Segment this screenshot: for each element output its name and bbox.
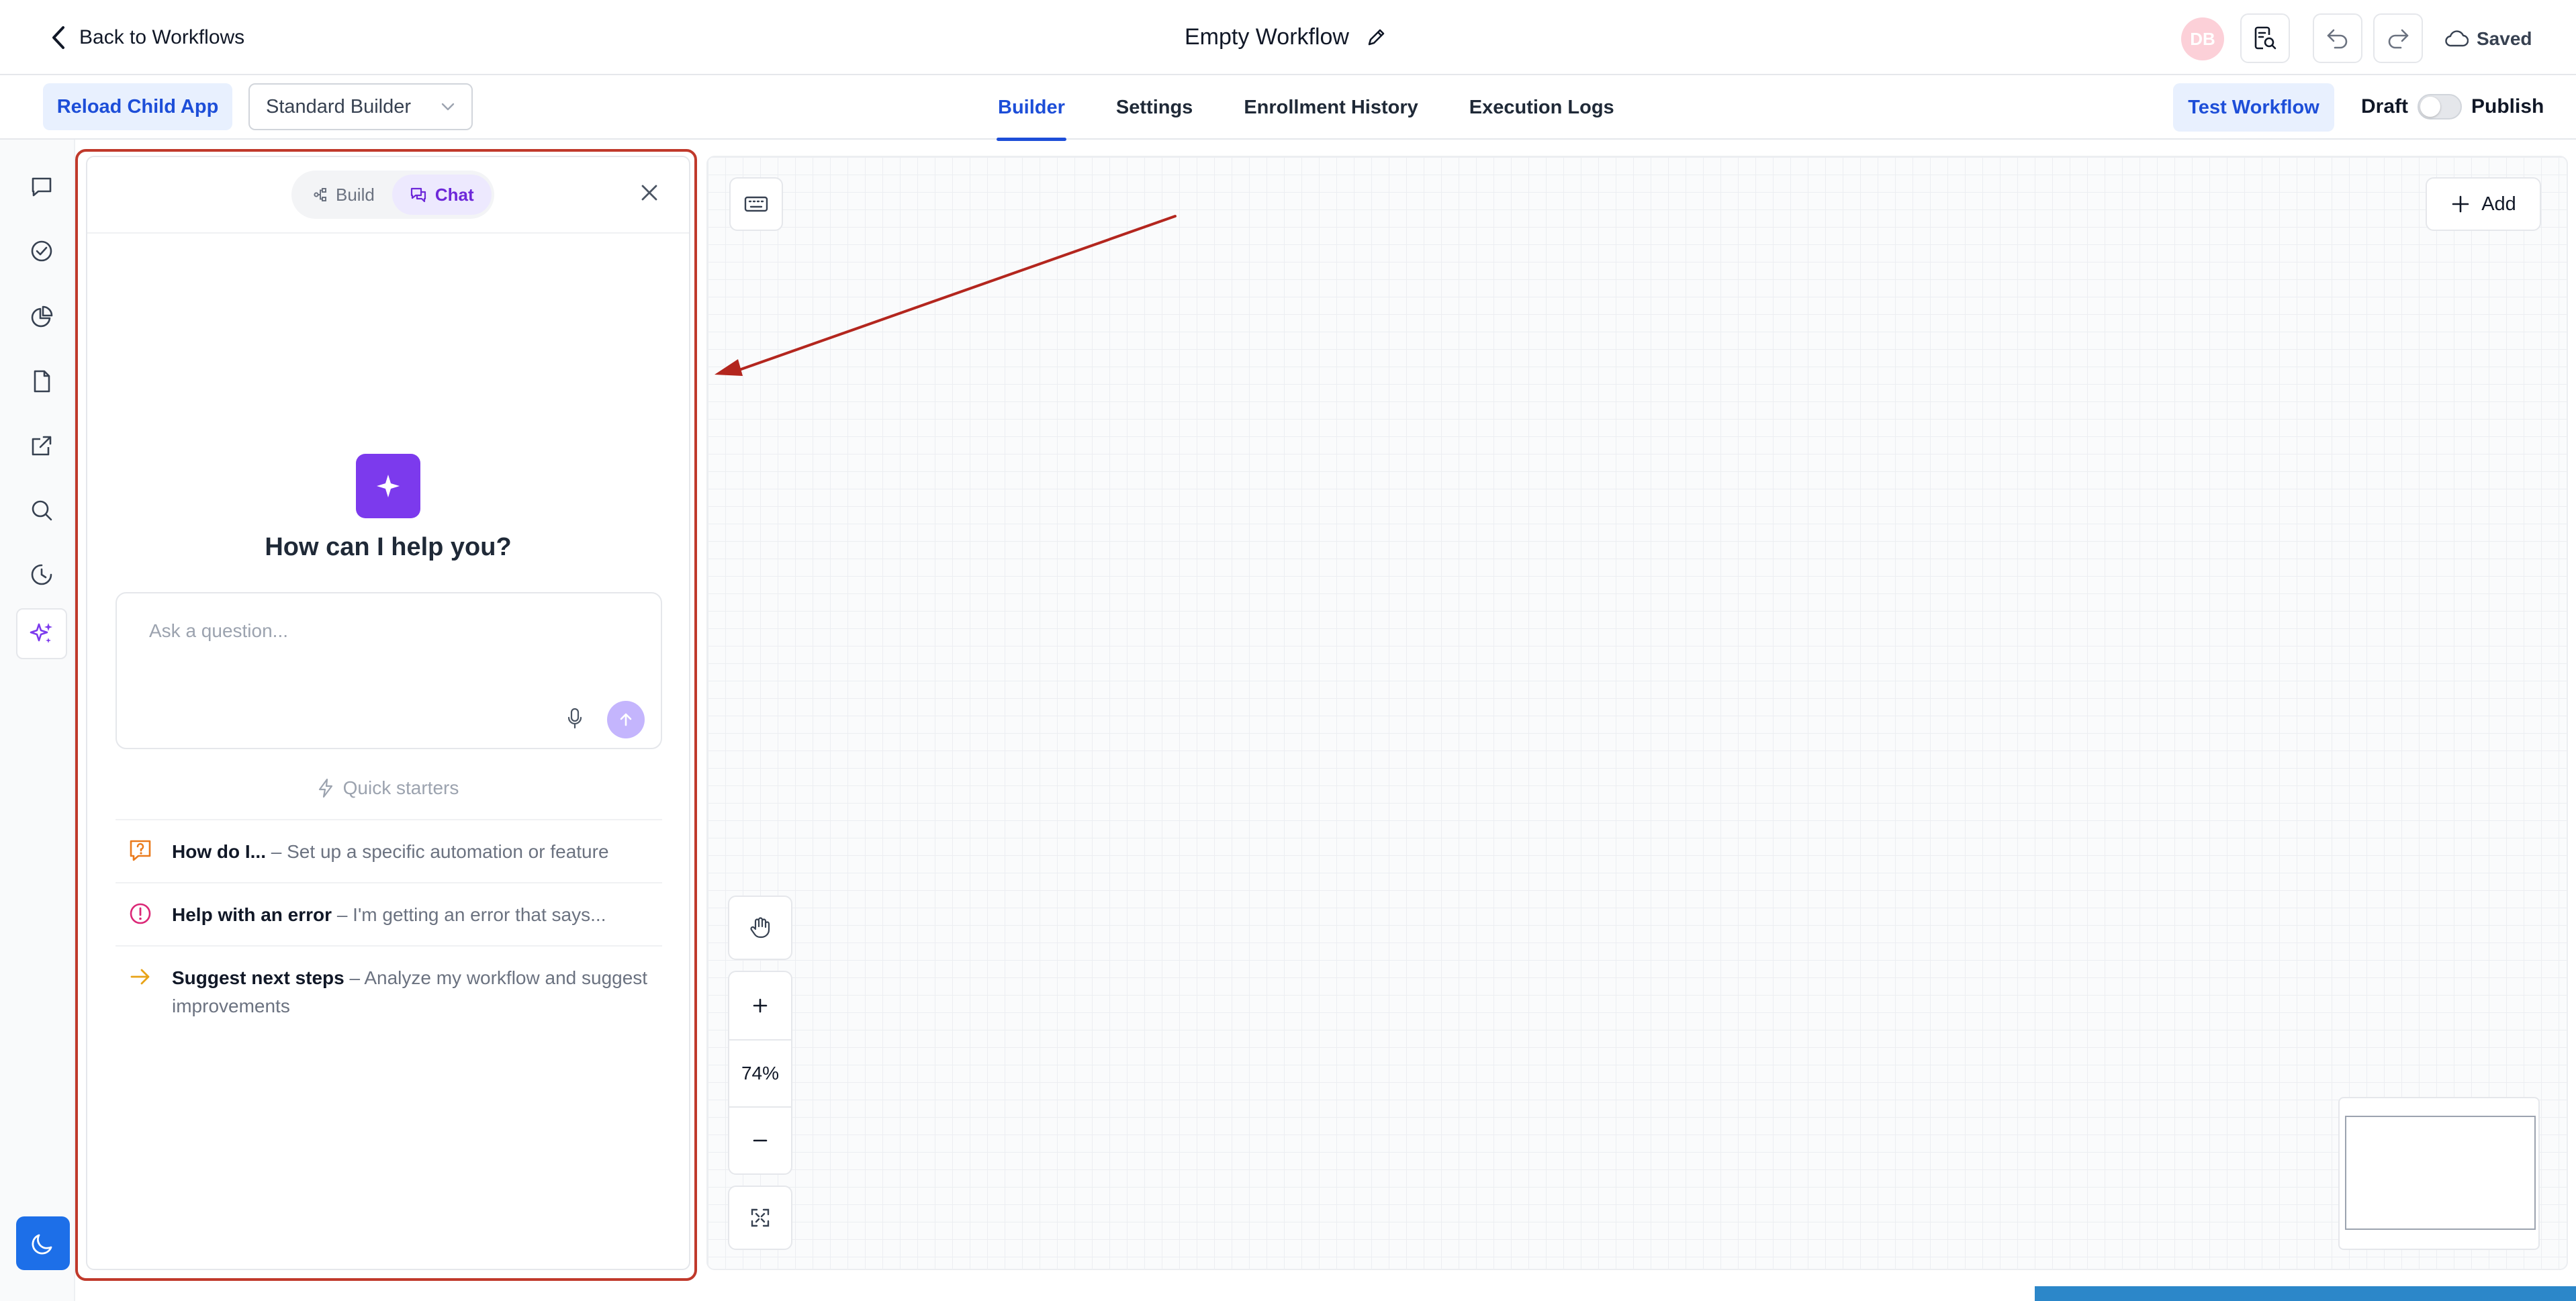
document-icon[interactable] <box>16 356 67 407</box>
left-rail <box>0 140 75 1301</box>
test-workflow-button[interactable]: Test Workflow <box>2173 83 2334 132</box>
panel-divider <box>87 232 689 234</box>
publish-label: Publish <box>2471 95 2544 117</box>
add-label: Add <box>2481 193 2516 215</box>
tab-settings[interactable]: Settings <box>1115 75 1194 140</box>
check-circle-icon[interactable] <box>16 226 67 277</box>
fit-view-icon[interactable] <box>729 1187 791 1249</box>
question-input[interactable] <box>149 620 619 687</box>
mode-build-tab[interactable]: Build <box>295 175 392 215</box>
tab-execution-logs[interactable]: Execution Logs <box>1468 75 1616 140</box>
workflow-icon <box>313 187 328 202</box>
mode-chat-label: Chat <box>434 184 474 205</box>
quick-starter-title: Suggest next steps <box>172 967 344 988</box>
quick-starter-suggest-next-steps[interactable]: Suggest next steps – Analyze my workflow… <box>116 945 662 1037</box>
back-to-workflows-link[interactable]: Back to Workflows <box>51 24 244 51</box>
workflow-canvas[interactable]: Add 74% <box>706 156 2568 1270</box>
ai-sparkle-icon[interactable] <box>16 608 67 659</box>
tab-enrollment-history[interactable]: Enrollment History <box>1242 75 1419 140</box>
keyboard-icon <box>744 195 768 213</box>
workflow-title-text: Empty Workflow <box>1185 23 1349 50</box>
redo-button[interactable] <box>2373 13 2423 63</box>
undo-button[interactable] <box>2313 13 2362 63</box>
zoom-in-button[interactable] <box>729 972 791 1039</box>
chevron-down-icon <box>441 102 455 111</box>
minimap-viewport[interactable] <box>2345 1116 2536 1230</box>
saved-status: Saved <box>2444 24 2532 54</box>
mode-build-label: Build <box>336 184 375 205</box>
tab-builder[interactable]: Builder <box>997 75 1066 141</box>
workflow-title: Empty Workflow <box>1185 20 1387 54</box>
add-node-button[interactable]: Add <box>2426 177 2541 231</box>
undo-icon <box>2326 28 2350 49</box>
chat-icon[interactable] <box>16 161 67 212</box>
quick-starters-list: How do I... – Set up a specific automati… <box>116 819 662 1037</box>
assistant-heading: How can I help you? <box>265 533 512 561</box>
lightning-icon <box>318 778 334 798</box>
builder-toolbar: Reload Child App Standard Builder Builde… <box>0 75 2576 141</box>
back-label: Back to Workflows <box>79 26 245 48</box>
zoom-level: 74% <box>729 1039 791 1106</box>
chat-bubbles-icon <box>410 187 427 203</box>
redo-icon <box>2386 28 2410 49</box>
history-icon[interactable] <box>16 549 67 600</box>
builder-type-value: Standard Builder <box>266 95 412 117</box>
cloud-check-icon <box>2444 30 2469 48</box>
quick-starters-label: Quick starters <box>342 777 459 798</box>
quick-starter-desc: – I'm getting an error that says... <box>332 904 606 925</box>
document-search-button[interactable] <box>2240 13 2290 63</box>
bottom-banner <box>2035 1286 2576 1301</box>
main-tabs: Builder Settings Enrollment History Exec… <box>997 75 1664 141</box>
quick-starter-text: Suggest next steps – Analyze my workflow… <box>172 964 650 1020</box>
top-bar: Back to Workflows Empty Workflow DB Save… <box>0 0 2576 75</box>
avatar[interactable]: DB <box>2181 17 2224 60</box>
mode-switch: Build Chat <box>291 171 494 219</box>
pan-tool <box>728 896 792 960</box>
send-button[interactable] <box>607 701 645 738</box>
question-bubble-icon <box>128 838 154 863</box>
quick-starter-title: Help with an error <box>172 904 332 925</box>
assistant-logo <box>356 454 420 518</box>
quick-starter-desc: – Set up a specific automation or featur… <box>266 841 609 862</box>
dark-mode-button[interactable] <box>16 1216 70 1270</box>
draft-label: Draft <box>2361 95 2409 117</box>
question-box <box>116 592 662 749</box>
document-search-icon <box>2253 26 2277 51</box>
toggle-knob <box>2420 97 2440 117</box>
publish-toggle[interactable] <box>2418 94 2462 119</box>
zoom-controls: 74% <box>728 971 792 1175</box>
hand-icon[interactable] <box>729 897 791 959</box>
saved-label: Saved <box>2477 28 2532 49</box>
keyboard-shortcuts-button[interactable] <box>729 177 783 231</box>
ai-assistant-panel: Build Chat How can I help you? Ask a que… <box>86 156 690 1270</box>
pie-chart-icon[interactable] <box>16 291 67 342</box>
fit-view-control <box>728 1186 792 1250</box>
quick-starter-title: How do I... <box>172 841 266 862</box>
alert-circle-icon <box>128 901 154 926</box>
external-link-icon[interactable] <box>16 420 67 471</box>
moon-icon <box>30 1230 56 1257</box>
quick-starter-how-do-i[interactable]: How do I... – Set up a specific automati… <box>116 819 662 882</box>
edit-pencil-icon[interactable] <box>1367 27 1387 47</box>
mode-chat-tab[interactable]: Chat <box>392 175 492 215</box>
quick-starter-help-with-error[interactable]: Help with an error – I'm getting an erro… <box>116 882 662 945</box>
quick-starters-header: Quick starters <box>87 775 689 802</box>
reload-child-app-button[interactable]: Reload Child App <box>43 83 232 130</box>
minimap[interactable] <box>2338 1097 2540 1250</box>
arrow-right-icon <box>128 964 154 990</box>
microphone-icon[interactable] <box>567 708 583 729</box>
quick-starter-text: Help with an error – I'm getting an erro… <box>172 901 606 929</box>
quick-starter-text: How do I... – Set up a specific automati… <box>172 838 609 866</box>
sparkle-icon <box>373 471 403 501</box>
plus-icon <box>2450 194 2471 214</box>
chevron-left-icon <box>51 26 66 50</box>
search-icon[interactable] <box>16 485 67 536</box>
arrow-up-icon <box>618 712 634 728</box>
close-icon[interactable] <box>639 183 659 203</box>
builder-type-select[interactable]: Standard Builder <box>248 83 473 130</box>
zoom-out-button[interactable] <box>729 1106 791 1173</box>
